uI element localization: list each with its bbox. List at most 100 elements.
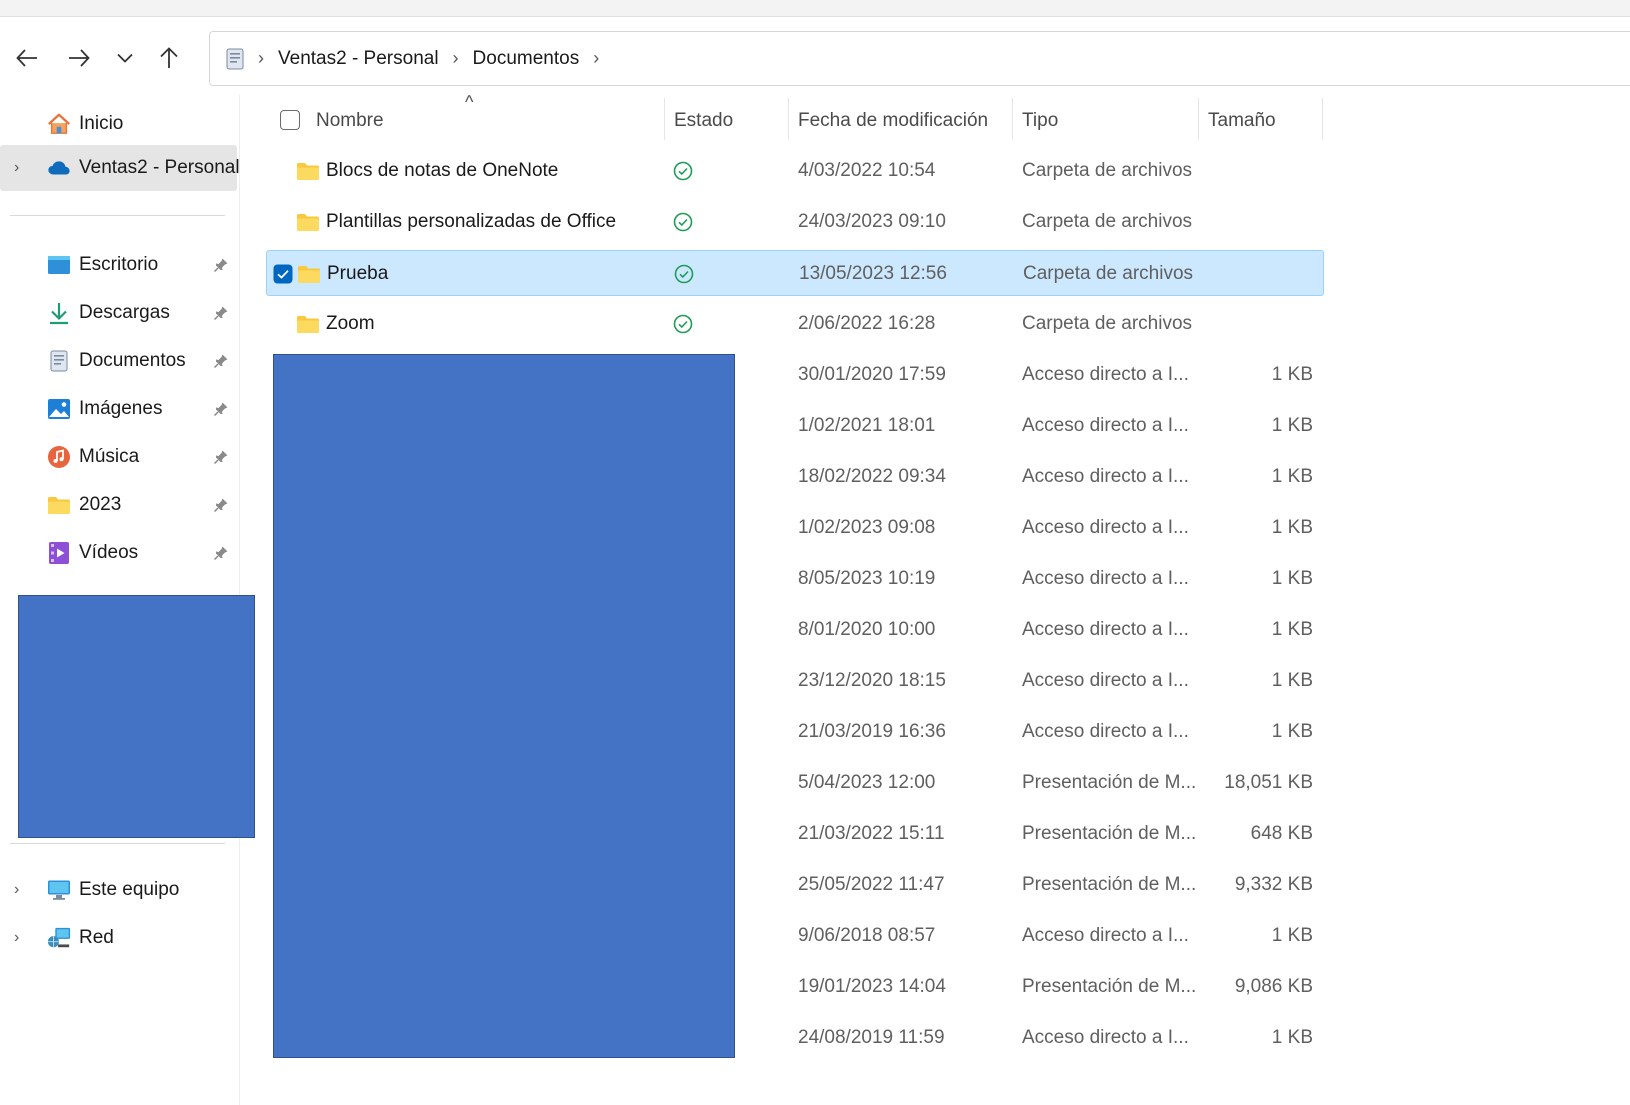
file-name[interactable]: Zoom (326, 301, 375, 347)
pin-icon[interactable] (213, 257, 229, 273)
file-type: Presentación de M... (1022, 874, 1197, 895)
table-row[interactable]: Zoom 2/06/2022 16:28 Carpeta de archivos (266, 301, 1324, 347)
table-row[interactable]: Plantillas personalizadas de Office 24/03… (266, 199, 1324, 245)
sidebar-item-label: Música (79, 446, 140, 467)
sidebar-item-label: Descargas (79, 302, 170, 323)
sidebar-item-2023[interactable]: 2023 (0, 482, 240, 528)
file-type: Carpeta de archivos (1022, 160, 1193, 181)
file-size: 9,086 KB (1234, 976, 1313, 997)
sidebar-item-label: Inicio (79, 113, 124, 134)
onedrive-cloud-icon (47, 156, 71, 180)
pin-icon[interactable] (213, 305, 229, 321)
forward-button[interactable] (61, 40, 97, 76)
chevron-right-icon[interactable]: › (14, 159, 19, 177)
sidebar-item-inicio[interactable]: Inicio (0, 101, 240, 147)
file-size: 9,332 KB (1234, 874, 1313, 895)
folder-icon (296, 301, 320, 347)
breadcrumb-item-documentos[interactable]: Documentos (473, 48, 580, 70)
music-icon (47, 445, 71, 469)
sidebar-item-red[interactable]: › Red (0, 915, 240, 961)
file-type: Acceso directo a I... (1022, 466, 1189, 487)
table-row[interactable]: Blocs de notas de OneNote 4/03/2022 10:54… (266, 148, 1324, 194)
recent-locations-button[interactable] (107, 40, 143, 76)
file-size: 1 KB (1271, 619, 1313, 640)
sidebar-item-documentos[interactable]: Documentos (0, 338, 240, 384)
computer-icon (47, 878, 71, 902)
file-date: 23/12/2020 18:15 (798, 670, 946, 691)
chevron-right-icon[interactable]: › (14, 929, 19, 947)
up-button[interactable] (151, 40, 187, 76)
file-name[interactable]: Plantillas personalizadas de Office (326, 199, 616, 245)
file-size: 1 KB (1271, 721, 1313, 742)
column-header-label: Tipo (1022, 110, 1059, 131)
download-icon (47, 301, 71, 325)
column-separator[interactable] (1198, 98, 1199, 140)
pin-icon[interactable] (213, 449, 229, 465)
pictures-icon (47, 397, 71, 421)
breadcrumb-separator[interactable]: › (258, 48, 264, 69)
network-icon (47, 926, 71, 950)
column-header-fecha[interactable]: Fecha de modificación (798, 98, 1012, 144)
file-date: 18/02/2022 09:34 (798, 466, 946, 487)
document-icon (47, 349, 71, 373)
folder-icon (296, 199, 320, 245)
redacted-region-file-names (273, 354, 735, 1058)
document-icon (226, 48, 244, 69)
row-checkbox[interactable] (273, 251, 293, 297)
column-separator[interactable] (788, 98, 789, 140)
breadcrumb-separator[interactable]: › (453, 48, 459, 69)
file-name[interactable]: Prueba (327, 251, 388, 297)
pin-icon[interactable] (213, 545, 229, 561)
column-separator[interactable] (1322, 98, 1323, 140)
sidebar-item-este-equipo[interactable]: › Este equipo (0, 867, 240, 913)
pin-icon[interactable] (213, 401, 229, 417)
arrow-right-icon (69, 49, 90, 67)
synced-check-icon (673, 199, 695, 245)
file-type: Acceso directo a I... (1022, 415, 1189, 436)
file-type: Acceso directo a I... (1022, 568, 1189, 589)
column-separator[interactable] (664, 98, 665, 140)
breadcrumb-item-ventas2[interactable]: Ventas2 - Personal (278, 48, 439, 70)
pin-icon[interactable] (213, 353, 229, 369)
sidebar-item-videos[interactable]: Vídeos (0, 530, 240, 576)
sidebar-item-escritorio[interactable]: Escritorio (0, 242, 240, 288)
column-header-estado[interactable]: Estado (674, 98, 788, 144)
column-header-label: Nombre (316, 110, 384, 131)
sidebar-item-ventas2-personal[interactable]: › Ventas2 - Personal (0, 145, 240, 191)
pin-icon[interactable] (213, 497, 229, 513)
file-name[interactable]: Blocs de notas de OneNote (326, 148, 558, 194)
sidebar-item-descargas[interactable]: Descargas (0, 290, 240, 336)
sidebar-item-musica[interactable]: Música (0, 434, 240, 480)
sidebar-item-imagenes[interactable]: Imágenes (0, 386, 240, 432)
breadcrumb-separator[interactable]: › (593, 48, 599, 69)
column-header-tipo[interactable]: Tipo (1022, 98, 1196, 144)
file-date: 24/03/2023 09:10 (798, 211, 946, 232)
sidebar-item-label: Red (79, 927, 114, 948)
column-header-tamano[interactable]: Tamaño (1208, 98, 1318, 144)
select-all-checkbox[interactable] (280, 110, 300, 130)
folder-icon (297, 251, 321, 297)
table-row[interactable]: Prueba 13/05/2023 12:56 Carpeta de archivo… (266, 250, 1324, 296)
file-date: 1/02/2023 09:08 (798, 517, 936, 538)
column-separator[interactable] (1012, 98, 1013, 140)
file-size: 1 KB (1271, 925, 1313, 946)
window-top-strip (0, 0, 1630, 17)
synced-check-icon (673, 148, 695, 194)
file-date: 4/03/2022 10:54 (798, 160, 936, 181)
address-bar[interactable]: › Ventas2 - Personal › Documentos › (209, 31, 1630, 86)
file-date: 24/08/2019 11:59 (798, 1027, 945, 1048)
file-size: 648 KB (1250, 823, 1313, 844)
file-type: Acceso directo a I... (1022, 670, 1189, 691)
synced-check-icon (673, 301, 695, 347)
file-type: Acceso directo a I... (1022, 1027, 1189, 1048)
file-type: Acceso directo a I... (1022, 619, 1189, 640)
file-size: 1 KB (1271, 364, 1313, 385)
column-header-nombre[interactable]: Nombre (316, 98, 660, 144)
sidebar-item-label: Escritorio (79, 254, 159, 275)
file-date: 30/01/2020 17:59 (798, 364, 946, 385)
file-type: Carpeta de archivos (1023, 263, 1194, 284)
chevron-right-icon[interactable]: › (14, 881, 19, 899)
sort-ascending-icon: ^ (465, 92, 474, 112)
back-button[interactable] (9, 40, 45, 76)
file-date: 1/02/2021 18:01 (798, 415, 936, 436)
